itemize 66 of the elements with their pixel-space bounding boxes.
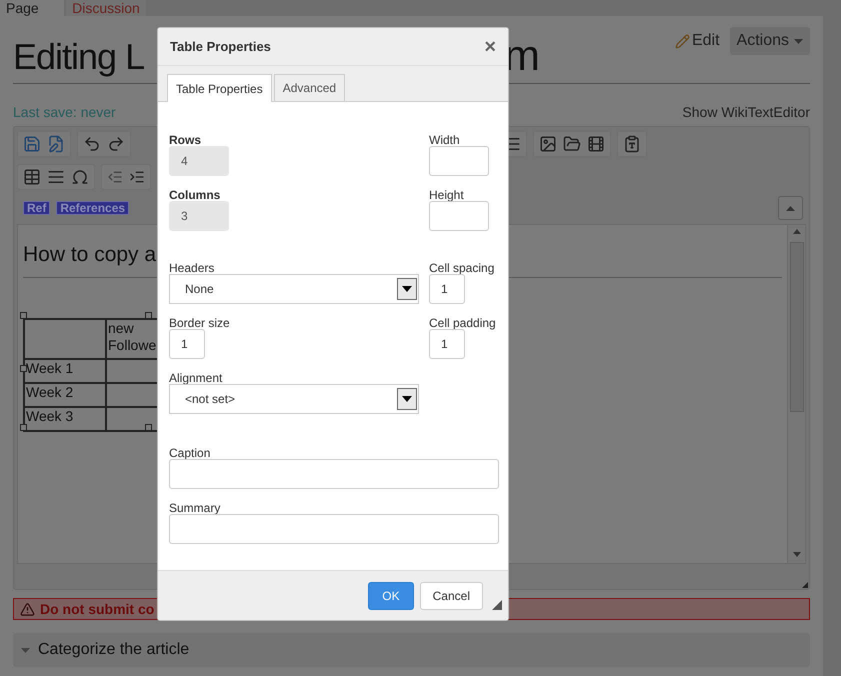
input-field[interactable] [169, 514, 499, 544]
caret-icon [21, 648, 30, 652]
up-arrow-icon [786, 206, 795, 210]
input-field[interactable] [429, 146, 489, 176]
show-editor-link[interactable]: Show WikiTextEditor [682, 102, 810, 123]
save-icon [23, 135, 41, 153]
warning-text: Do not submit co [40, 600, 154, 618]
input-field[interactable] [429, 201, 489, 231]
outdent-icon [107, 169, 123, 185]
select-field[interactable]: <not set> [169, 384, 419, 414]
select-field[interactable]: None [169, 274, 419, 304]
tag-button[interactable]: Ref [23, 201, 50, 215]
resize-handle-icon[interactable] [20, 424, 27, 431]
dialog-tab[interactable]: Advanced [274, 74, 346, 101]
up-arrow-icon [792, 229, 800, 234]
resize-corner-icon [802, 582, 808, 588]
image-icon [539, 135, 557, 153]
actions-button[interactable]: Actions [730, 27, 810, 55]
folder-icon [563, 135, 581, 153]
dialog-title: Table Properties [170, 38, 271, 56]
resize-handle-icon[interactable] [145, 312, 152, 319]
table-icon [23, 168, 41, 186]
film-icon [587, 135, 605, 153]
input-field[interactable] [169, 459, 499, 489]
field-label: Cell spacing [429, 262, 496, 274]
field-label: Cell padding [429, 317, 497, 329]
omega-icon [71, 168, 89, 186]
resize-handle-icon[interactable] [145, 424, 152, 431]
dialog-tab[interactable]: Table Properties [167, 74, 272, 102]
input-field[interactable]: 1 [429, 274, 465, 304]
field-label: Caption [169, 447, 212, 459]
paste-text-icon [623, 135, 641, 153]
resize-handle-icon[interactable] [492, 600, 502, 610]
close-button[interactable]: × [484, 36, 496, 56]
indent-icon [129, 169, 145, 185]
warning-icon [20, 602, 35, 616]
table-cell: Week 2 [24, 382, 106, 406]
ok-button[interactable]: OK [368, 582, 414, 610]
page-tab[interactable]: Page [0, 0, 64, 16]
pencil-icon [674, 34, 690, 48]
scrollbar[interactable] [787, 225, 805, 563]
input-field[interactable]: 1 [169, 329, 205, 359]
down-arrow-icon [792, 552, 800, 557]
input-field[interactable]: 1 [429, 329, 465, 359]
field-label: Rows [169, 134, 202, 146]
categorize-panel[interactable]: Categorize the article [13, 633, 810, 667]
undo-icon [83, 135, 101, 153]
horizontal-rule-icon [47, 168, 65, 186]
resize-handle-icon[interactable] [20, 312, 27, 319]
redo-icon [107, 135, 125, 153]
resize-handle-icon[interactable] [20, 365, 27, 372]
field-label: Columns [169, 189, 222, 201]
caret-icon [794, 38, 803, 44]
categorize-text: Categorize the article [38, 640, 190, 660]
last-save-text: Last save: never [13, 103, 116, 122]
tag-button[interactable]: References [56, 201, 130, 215]
field-label: Height [429, 189, 465, 201]
collapse-button[interactable] [778, 196, 803, 220]
field-label: Summary [169, 502, 222, 514]
field-label: Width [429, 134, 461, 146]
save-edit-icon [47, 135, 65, 153]
field-label: Alignment [169, 372, 224, 384]
edit-button[interactable]: Edit [674, 29, 720, 53]
field-label: Headers [169, 262, 216, 274]
cancel-button[interactable]: Cancel [420, 582, 483, 610]
page-title: Editing L [13, 35, 144, 79]
